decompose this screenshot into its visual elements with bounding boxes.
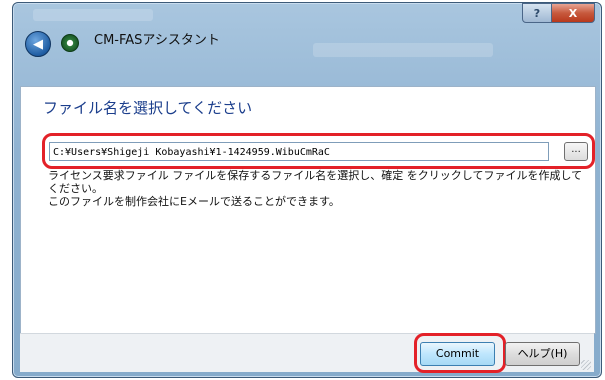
description-line-2: このファイルを制作会社にEメールで送ることができます。	[48, 195, 340, 208]
page-heading: ファイル名を選択してください	[43, 99, 253, 117]
title-bar-buttons: ? X	[522, 3, 595, 23]
assistant-window: ? X ◀ CM-FASアシスタント ファイル名を選択してください C:¥Use…	[12, 2, 602, 378]
description-text: ライセンス要求ファイル ファイルを保存するファイル名を選択し、確定 をクリックし…	[48, 169, 588, 208]
main-panel: ファイル名を選択してください C:¥Users¥Shigeji Kobayash…	[20, 86, 596, 334]
help-button[interactable]: ヘルプ(H)	[505, 342, 580, 366]
help-title-button[interactable]: ?	[522, 3, 552, 23]
description-line-1: ライセンス要求ファイル ファイルを保存するファイル名を選択し、確定 をクリックし…	[48, 169, 583, 195]
file-path-field[interactable]: C:¥Users¥Shigeji Kobayashi¥1-1424959.Wib…	[49, 142, 549, 161]
commit-button[interactable]: Commit	[420, 342, 495, 366]
browse-button[interactable]: ...	[564, 142, 588, 161]
close-button[interactable]: X	[552, 3, 595, 23]
window-title: CM-FASアシスタント	[94, 33, 220, 48]
glass-backdrop	[33, 9, 153, 21]
footer-bar: Commit ヘルプ(H)	[20, 333, 594, 373]
back-button[interactable]: ◀	[25, 31, 51, 57]
glass-backdrop	[313, 43, 493, 57]
resize-grip[interactable]	[581, 360, 591, 370]
cm-fas-app-icon	[61, 34, 79, 52]
back-arrow-icon: ◀	[33, 36, 43, 52]
